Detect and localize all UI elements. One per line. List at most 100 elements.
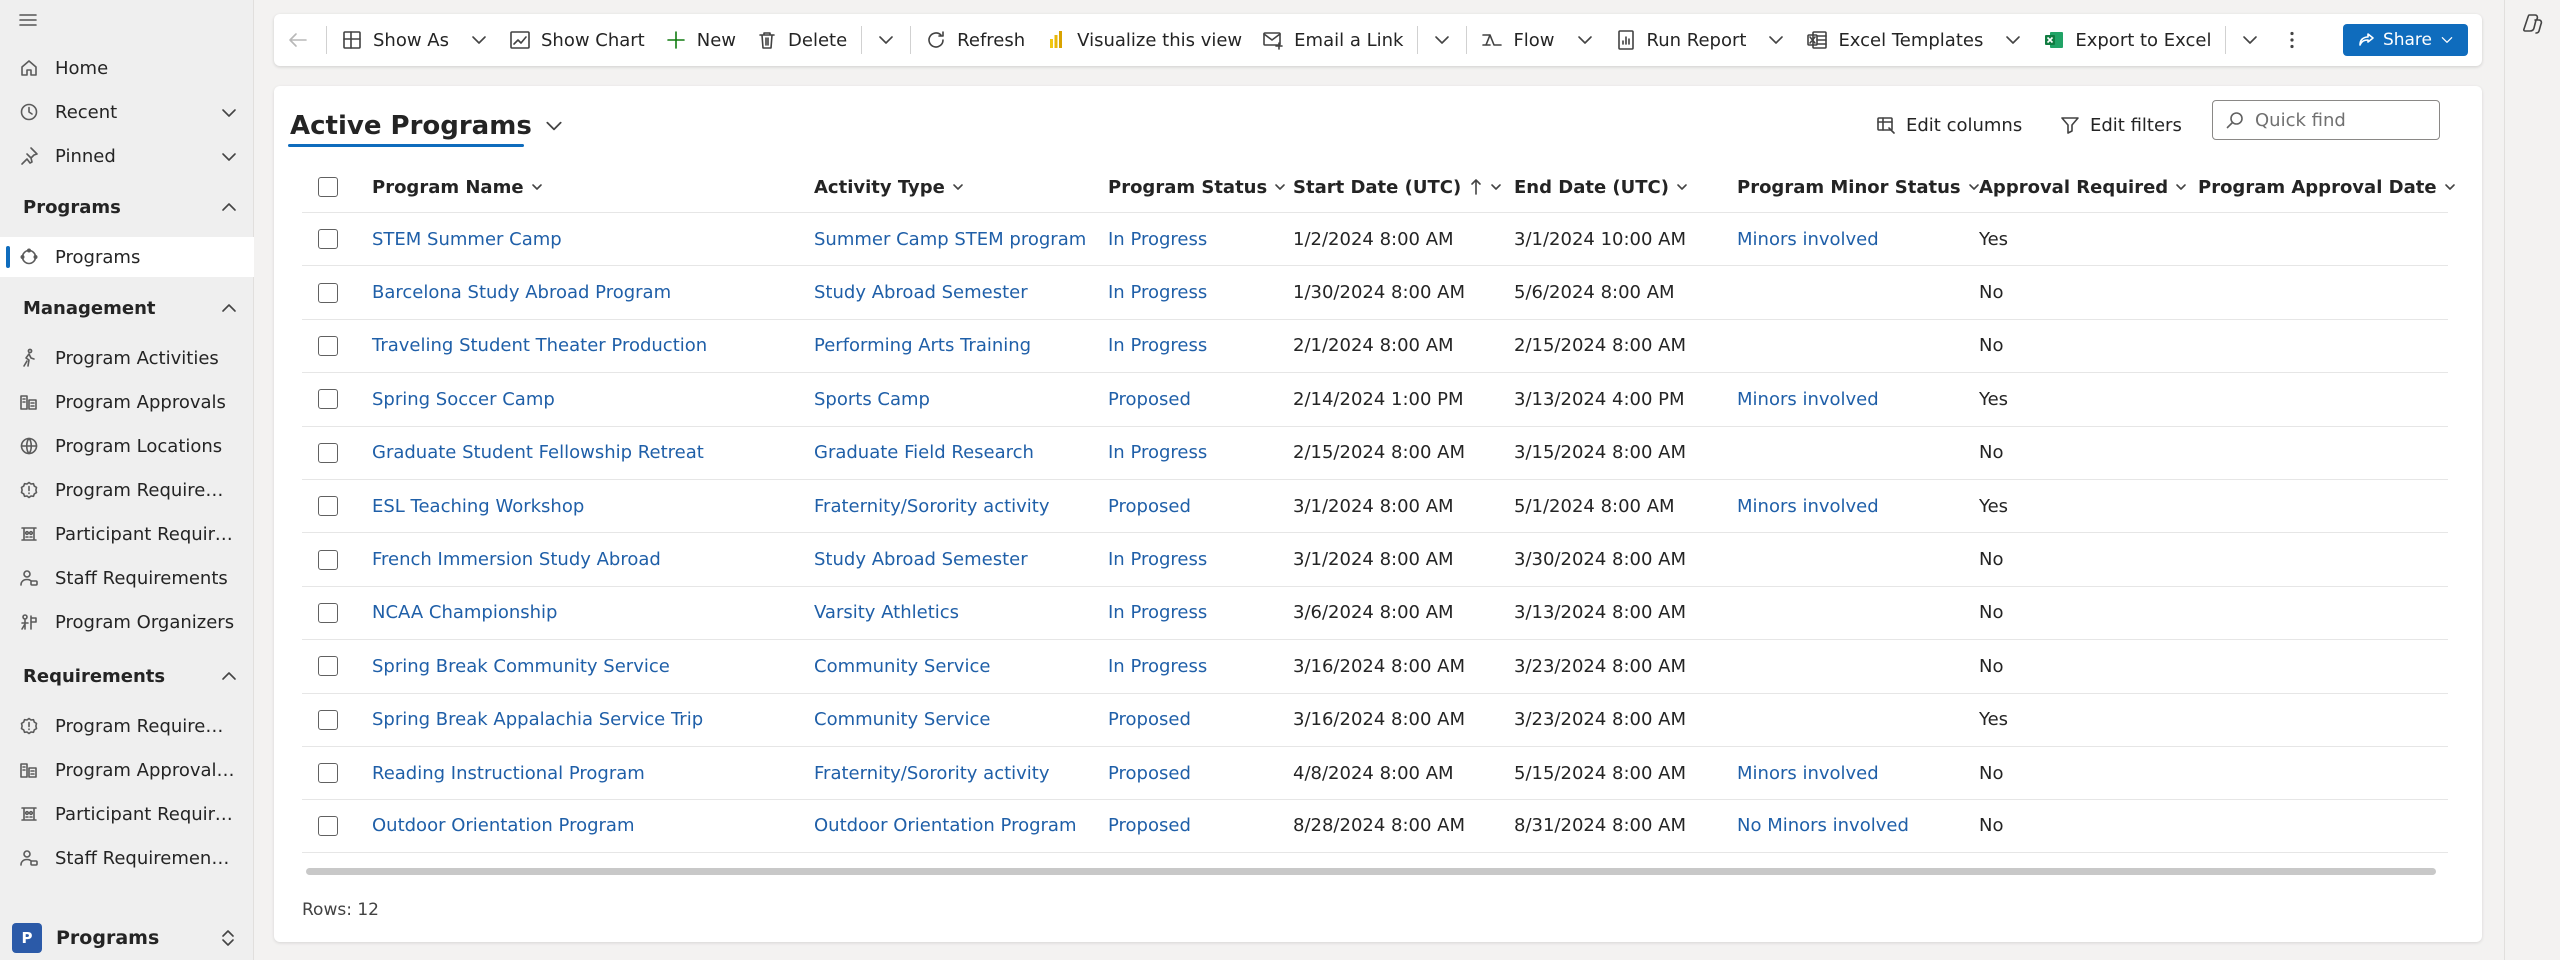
back-button[interactable] — [274, 14, 322, 66]
table-row[interactable]: STEM Summer Camp Summer Camp STEM progra… — [302, 212, 2448, 265]
section-requirements[interactable]: Requirements — [0, 656, 254, 696]
sidebar-item-program-activities[interactable]: Program Activities — [0, 338, 254, 378]
copilot-icon[interactable] — [2521, 12, 2545, 36]
row-checkbox[interactable] — [318, 709, 338, 730]
activity-type-link[interactable]: Sports Camp — [814, 373, 930, 425]
program-status-value[interactable]: Proposed — [1108, 480, 1191, 532]
run-report-dropdown[interactable] — [1756, 14, 1796, 66]
sidebar-item-staff-requirements-2[interactable]: Staff Requirements b... — [0, 838, 254, 878]
row-checkbox[interactable] — [318, 282, 338, 303]
sidebar-item-program-locations[interactable]: Program Locations — [0, 426, 254, 466]
row-checkbox[interactable] — [318, 442, 338, 463]
column-header-start-date[interactable]: Start Date (UTC) — [1293, 162, 1503, 212]
table-row[interactable]: Barcelona Study Abroad Program Study Abr… — [302, 265, 2448, 318]
activity-type-link[interactable]: Fraternity/Sorority activity — [814, 747, 1050, 799]
sidebar-item-participant-requirements-2[interactable]: Participant Requirem... — [0, 794, 254, 834]
chevron-up-icon[interactable] — [220, 198, 238, 216]
activity-type-link[interactable]: Performing Arts Training — [814, 320, 1031, 372]
program-name-link[interactable]: STEM Summer Camp — [372, 213, 562, 265]
column-header-activity-type[interactable]: Activity Type — [814, 162, 965, 212]
excel-templates-dropdown[interactable] — [1993, 14, 2033, 66]
table-row[interactable]: Reading Instructional Program Fraternity… — [302, 745, 2448, 799]
flow-dropdown[interactable] — [1565, 14, 1605, 66]
table-row[interactable]: Graduate Student Fellowship Retreat Grad… — [302, 425, 2448, 479]
chevron-up-icon[interactable] — [220, 299, 238, 317]
column-header-program-name[interactable]: Program Name — [372, 162, 544, 212]
excel-templates-button[interactable]: Excel Templates — [1796, 14, 1993, 66]
program-status-value[interactable]: In Progress — [1108, 213, 1207, 265]
row-checkbox[interactable] — [318, 656, 338, 677]
activity-type-link[interactable]: Study Abroad Semester — [814, 533, 1028, 585]
activity-type-link[interactable]: Study Abroad Semester — [814, 266, 1028, 318]
new-button[interactable]: New — [655, 14, 746, 66]
table-row[interactable]: Spring Soccer Camp Sports Camp Proposed … — [302, 372, 2448, 425]
sidebar-item-staff-requirements[interactable]: Staff Requirements — [0, 558, 254, 598]
row-checkbox[interactable] — [318, 815, 338, 836]
row-checkbox[interactable] — [318, 335, 338, 356]
program-name-link[interactable]: Outdoor Orientation Program — [372, 800, 635, 851]
more-delete-dropdown[interactable] — [866, 14, 906, 66]
sidebar-item-program-requirements[interactable]: Program Requireme... — [0, 470, 254, 510]
email-dropdown[interactable] — [1422, 14, 1462, 66]
show-as-button[interactable]: Show As — [331, 14, 459, 66]
section-management[interactable]: Management — [0, 288, 254, 328]
show-as-dropdown[interactable] — [459, 14, 499, 66]
table-row[interactable]: NCAA Championship Varsity Athletics In P… — [302, 585, 2448, 639]
view-selector[interactable]: Active Programs — [290, 106, 572, 146]
refresh-button[interactable]: Refresh — [915, 14, 1035, 66]
activity-type-link[interactable]: Outdoor Orientation Program — [814, 800, 1077, 851]
export-dropdown[interactable] — [2230, 14, 2270, 66]
run-report-button[interactable]: Run Report — [1605, 14, 1757, 66]
email-link-button[interactable]: Email a Link — [1252, 14, 1413, 66]
minor-status-value[interactable]: Minors involved — [1737, 213, 1879, 265]
more-commands-button[interactable] — [2270, 14, 2314, 66]
sidebar-item-home[interactable]: Home — [0, 48, 254, 88]
row-checkbox[interactable] — [318, 496, 338, 517]
quick-find-input[interactable] — [2255, 109, 2425, 131]
table-row[interactable]: Traveling Student Theater Production Per… — [302, 318, 2448, 372]
table-row[interactable]: Spring Break Community Service Community… — [302, 639, 2448, 692]
minor-status-value[interactable]: Minors involved — [1737, 373, 1879, 425]
sidebar-item-program-organizers[interactable]: Program Organizers — [0, 602, 254, 642]
section-programs[interactable]: Programs — [0, 187, 254, 227]
chevron-down-icon[interactable] — [220, 104, 238, 122]
chevron-down-icon[interactable] — [220, 148, 238, 166]
minor-status-value[interactable]: Minors involved — [1737, 747, 1879, 799]
program-name-link[interactable]: NCAA Championship — [372, 587, 557, 639]
export-excel-button[interactable]: Export to Excel — [2033, 14, 2221, 66]
program-name-link[interactable]: Traveling Student Theater Production — [372, 320, 707, 372]
sidebar-item-participant-requirements[interactable]: Participant Requirem... — [0, 514, 254, 554]
activity-type-link[interactable]: Graduate Field Research — [814, 427, 1034, 479]
sidebar-item-program-requirements-2[interactable]: Program Requireme... — [0, 706, 254, 746]
column-header-program-status[interactable]: Program Status — [1108, 162, 1287, 212]
column-header-program-minor-status[interactable]: Program Minor Status — [1737, 162, 1981, 212]
area-switcher[interactable]: P Programs — [0, 916, 254, 960]
activity-type-link[interactable]: Summer Camp STEM program — [814, 213, 1086, 265]
activity-type-link[interactable]: Fraternity/Sorority activity — [814, 480, 1050, 532]
select-all-checkbox[interactable] — [318, 177, 338, 197]
sidebar-item-program-approvals[interactable]: Program Approvals — [0, 382, 254, 422]
program-status-value[interactable]: Proposed — [1108, 747, 1191, 799]
visualize-button[interactable]: Visualize this view — [1035, 14, 1252, 66]
row-checkbox[interactable] — [318, 229, 338, 250]
table-row[interactable]: French Immersion Study Abroad Study Abro… — [302, 532, 2448, 585]
table-row[interactable]: ESL Teaching Workshop Fraternity/Sororit… — [302, 478, 2448, 532]
program-status-value[interactable]: Proposed — [1108, 694, 1191, 746]
minor-status-value[interactable]: Minors involved — [1737, 480, 1879, 532]
share-button[interactable]: Share — [2342, 24, 2468, 56]
program-name-link[interactable]: Reading Instructional Program — [372, 747, 645, 799]
program-status-value[interactable]: In Progress — [1108, 320, 1207, 372]
sidebar-item-pinned[interactable]: Pinned — [0, 136, 254, 176]
program-name-link[interactable]: Spring Break Appalachia Service Trip — [372, 694, 703, 746]
program-status-value[interactable]: Proposed — [1108, 373, 1191, 425]
sidebar-item-program-approval-options[interactable]: Program Approval O... — [0, 750, 254, 790]
program-name-link[interactable]: French Immersion Study Abroad — [372, 533, 661, 585]
activity-type-link[interactable]: Varsity Athletics — [814, 587, 959, 639]
delete-button[interactable]: Delete — [746, 14, 857, 66]
program-status-value[interactable]: In Progress — [1108, 266, 1207, 318]
row-checkbox[interactable] — [318, 389, 338, 410]
minor-status-value[interactable]: No Minors involved — [1737, 800, 1909, 851]
row-checkbox[interactable] — [318, 763, 338, 784]
program-name-link[interactable]: Spring Soccer Camp — [372, 373, 555, 425]
row-checkbox[interactable] — [318, 549, 338, 570]
